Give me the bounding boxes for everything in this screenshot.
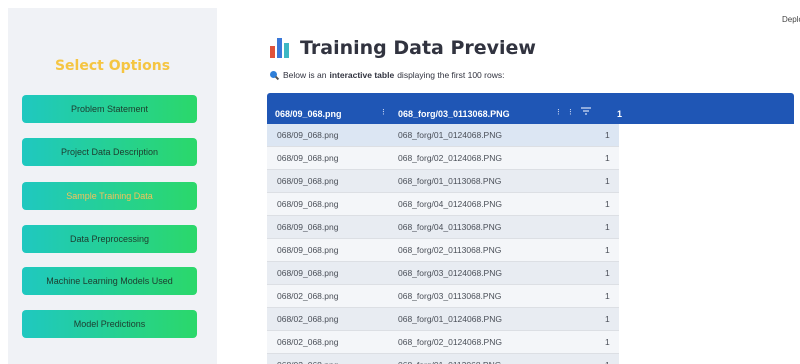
table-body: 068/09_068.png 068_forg/01_0124068.PNG 1 06… [267,124,794,364]
page-header: Training Data Preview [270,37,536,59]
description-suffix: displaying the first 100 rows: [397,70,505,80]
page-title: Training Data Preview [300,37,536,59]
table-cell: 068/09_068.png [277,153,339,163]
table-row[interactable]: 068/02_068.png 068_forg/03_0113068.PNG 1 [267,285,619,308]
table-cell: 068/09_068.png [277,245,339,255]
column-resize-handle-icon[interactable]: ⁝ [569,108,572,118]
table-row[interactable]: 068/09_068.png 068_forg/03_0124068.PNG 1 [267,262,619,285]
table-cell: 068/09_068.png [277,130,339,140]
filter-icon[interactable] [581,107,591,115]
nav-button-model-predictions[interactable]: Model Predictions [22,310,197,338]
description-prefix: Below is an [283,70,327,80]
table-cell: 1 [605,222,610,232]
table-row[interactable]: 068/09_068.png 068_forg/01_0124068.PNG 1 [267,124,619,147]
nav-button-project-data-description[interactable]: Project Data Description [22,138,197,166]
table-cell: 068_forg/04_0124068.PNG [398,199,502,209]
table-row[interactable]: 068/09_068.png 068_forg/04_0113068.PNG 1 [267,216,619,239]
table-row[interactable]: 068/09_068.png 068_forg/02_0113068.PNG 1 [267,239,619,262]
nav-button-data-preprocessing[interactable]: Data Preprocessing [22,225,197,253]
table-cell: 068/09_068.png [277,199,339,209]
table-row[interactable]: 068/09_068.png 068_forg/01_0113068.PNG 1 [267,170,619,193]
nav-button-sample-training-data[interactable]: Sample Training Data [22,182,197,210]
table-row[interactable]: 068/09_068.png 068_forg/02_0124068.PNG 1 [267,147,619,170]
magnifier-icon [270,70,280,80]
column-header-1[interactable]: 068/09_068.png [275,109,342,119]
table-cell: 1 [605,268,610,278]
table-cell: 1 [605,360,610,364]
sidebar-title: Select Options [54,58,171,74]
table-cell: 1 [605,314,610,324]
table-cell: 068_forg/01_0113068.PNG [398,176,502,186]
table-cell: 1 [605,176,610,186]
table-description: Below is an interactive table displaying… [270,70,504,80]
nav-button-problem-statement[interactable]: Problem Statement [22,95,197,123]
table-cell: 068_forg/02_0124068.PNG [398,153,502,163]
bar-chart-icon [270,38,290,58]
data-table[interactable]: 068/09_068.png ⁝ 068_forg/03_0113068.PNG… [267,93,794,364]
table-cell: 1 [605,291,610,301]
table-cell: 068_forg/03_0124068.PNG [398,268,502,278]
column-header-2[interactable]: 068_forg/03_0113068.PNG [398,109,510,119]
table-cell: 068_forg/02_0124068.PNG [398,337,502,347]
table-cell: 068_forg/04_0113068.PNG [398,222,502,232]
table-cell: 1 [605,130,610,140]
table-row[interactable]: 068/09_068.png 068_forg/04_0124068.PNG 1 [267,193,619,216]
table-cell: 068_forg/03_0113068.PNG [398,291,502,301]
table-header: 068/09_068.png ⁝ 068_forg/03_0113068.PNG… [267,93,794,124]
table-cell: 068/02_068.png [277,314,339,324]
column-resize-handle-icon[interactable]: ⁝ [382,108,385,118]
table-cell: 068/02_068.png [277,291,339,301]
sidebar: Select Options Problem Statement Project… [8,8,217,364]
table-cell: 068/09_068.png [277,222,339,232]
table-cell: 1 [605,199,610,209]
table-cell: 068_forg/01_0124068.PNG [398,314,502,324]
column-header-3[interactable]: 1 [617,109,622,119]
table-row[interactable]: 068/02_068.png 068_forg/01_0113068.PNG 1 [267,354,619,364]
nav-button-machine-learning-models[interactable]: Machine Learning Models Used [22,267,197,295]
table-cell: 068/09_068.png [277,176,339,186]
table-row[interactable]: 068/02_068.png 068_forg/01_0124068.PNG 1 [267,308,619,331]
table-cell: 1 [605,245,610,255]
table-cell: 068_forg/01_0124068.PNG [398,130,502,140]
table-cell: 068/02_068.png [277,360,338,364]
app-window: Select Options Problem Statement Project… [0,0,800,364]
table-cell: 068_forg/01_0113068.PNG [398,360,501,364]
table-cell: 1 [605,337,610,347]
table-cell: 1 [605,153,610,163]
table-cell: 068_forg/02_0113068.PNG [398,245,502,255]
table-cell: 068/02_068.png [277,337,339,347]
table-row[interactable]: 068/02_068.png 068_forg/02_0124068.PNG 1 [267,331,619,354]
deploy-button[interactable]: Deploy [782,15,800,24]
column-menu-icon[interactable]: ⁝ [557,108,560,118]
table-cell: 068/09_068.png [277,268,339,278]
description-bold: interactive table [329,70,395,80]
